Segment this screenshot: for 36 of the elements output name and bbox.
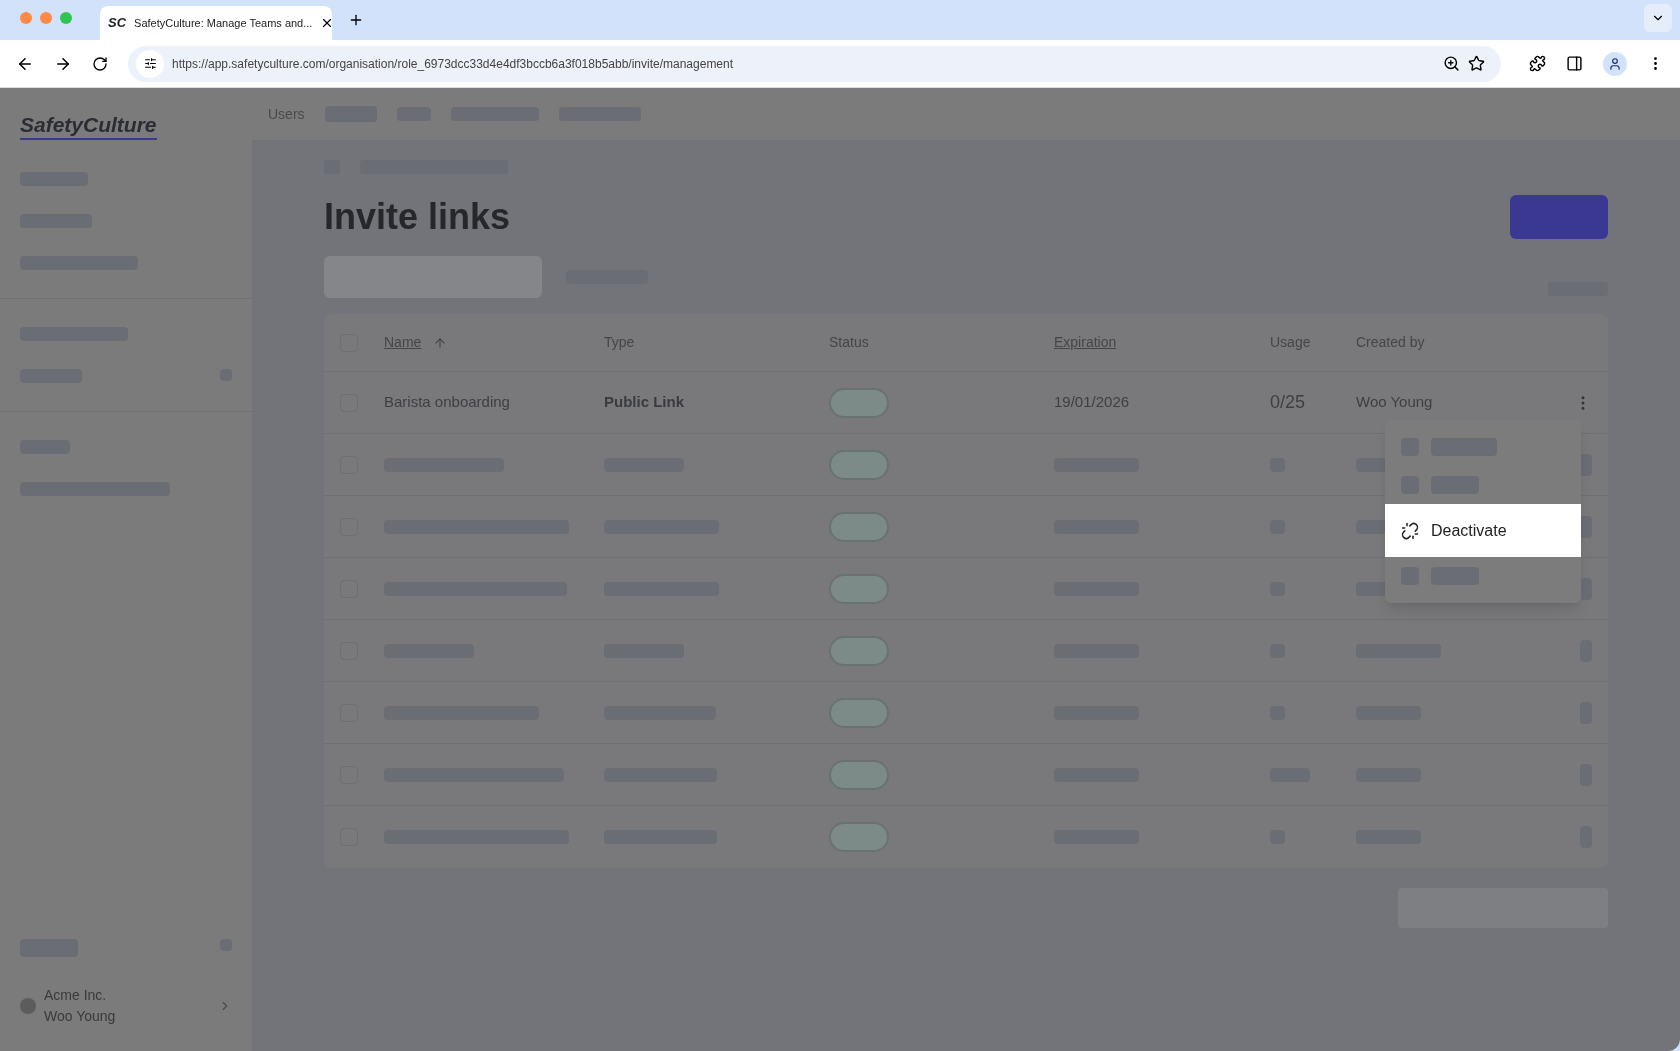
page-title: Invite links [324, 195, 511, 239]
side-panel-icon[interactable] [1566, 55, 1583, 72]
profile-avatar[interactable] [1603, 51, 1627, 76]
tab-favicon: SC [108, 14, 127, 33]
status-pill [829, 511, 889, 542]
table-cell-text: Barista onboarding [384, 392, 511, 413]
url-text: https://app.safetyculture.com/organisation/role_6973dcc33d4e4df3bccb6a3f018b5abb/invite/management [172, 55, 734, 73]
bookmark-star-icon[interactable] [1468, 55, 1485, 72]
primary-button[interactable] [1510, 195, 1608, 239]
tab-title: SafetyCulture: Manage Teams and... [134, 15, 313, 31]
reload-icon[interactable] [92, 55, 108, 72]
site-settings-icon[interactable] [143, 57, 157, 70]
address-bar[interactable]: https://app.safetyculture.com/organisation/role_6973dcc33d4e4df3bccb6a3f018b5abb/invite/management [128, 45, 1501, 82]
table-cell-text: 0/25 [1270, 391, 1307, 414]
status-pill [829, 573, 889, 604]
unlink-icon [1401, 521, 1419, 540]
table-cell-text: 19/01/2026 [1054, 392, 1131, 413]
account-switcher[interactable]: Acme Inc. Woo Young [20, 985, 232, 1027]
status-pill [829, 635, 889, 666]
new-tab-icon[interactable] [348, 12, 364, 28]
status-pill [829, 697, 889, 728]
brand-logo[interactable]: SafetyCulture [20, 112, 157, 141]
org-avatar [20, 998, 36, 1014]
table-cell-text: Woo Young [1356, 392, 1434, 413]
status-pill [829, 387, 889, 418]
status-pill [829, 449, 889, 480]
status-pill [829, 822, 889, 852]
tab-list-button[interactable] [1644, 4, 1672, 32]
table-cell-text: Public Link [604, 392, 685, 413]
menu-item[interactable]: Deactivate [1385, 504, 1581, 557]
zoom-icon[interactable] [1443, 55, 1460, 72]
status-pill [829, 759, 889, 790]
user-name: Woo Young [44, 1007, 116, 1026]
org-name: Acme Inc. [44, 986, 108, 1005]
extensions-icon[interactable] [1529, 55, 1546, 72]
browser-tab[interactable]: SC SafetyCulture: Manage Teams and... [100, 6, 332, 40]
